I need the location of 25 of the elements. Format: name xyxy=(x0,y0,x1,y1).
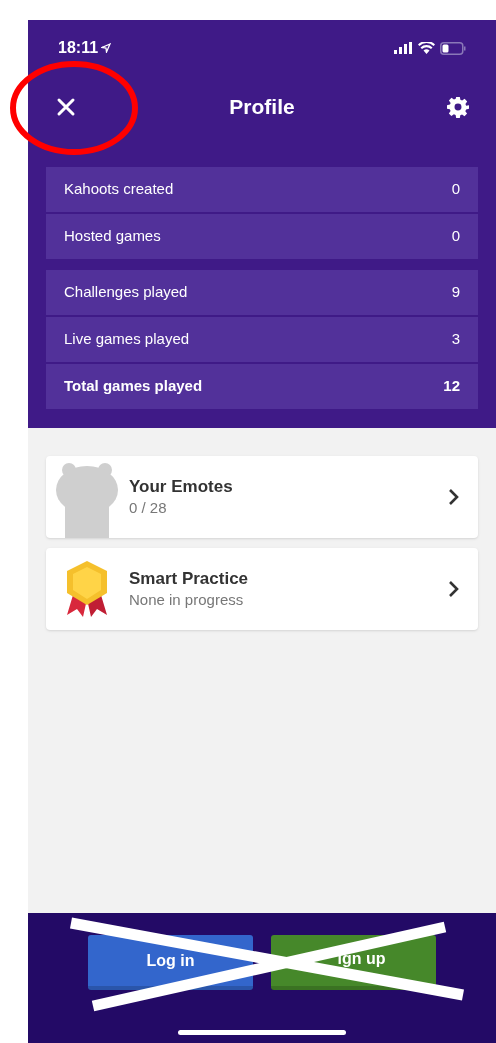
battery-icon xyxy=(440,41,466,55)
page-title: Profile xyxy=(229,94,295,121)
chevron-right-icon xyxy=(448,488,460,506)
stat-label: Live games played xyxy=(64,329,190,350)
stat-value: 3 xyxy=(451,329,460,350)
wifi-icon xyxy=(418,42,435,54)
card-title: Your Emotes xyxy=(129,476,234,498)
profile-card[interactable]: Your Emotes 0 / 28 xyxy=(46,456,478,538)
settings-button[interactable] xyxy=(446,95,470,119)
card-subtitle: 0 / 28 xyxy=(129,498,168,518)
stat-value: 12 xyxy=(443,376,460,397)
profile-card[interactable]: Smart Practice None in progress xyxy=(46,548,478,630)
stat-label: Challenges played xyxy=(64,282,188,303)
card-title: Smart Practice xyxy=(129,568,250,590)
signal-icon xyxy=(394,42,413,54)
stat-label: Total games played xyxy=(64,376,203,397)
stat-label: Hosted games xyxy=(64,226,161,247)
stat-value: 0 xyxy=(451,179,460,200)
stat-value: 9 xyxy=(451,282,460,303)
stat-value: 0 xyxy=(451,226,460,247)
chevron-right-icon xyxy=(448,580,460,598)
card-subtitle: None in progress xyxy=(129,590,245,610)
stat-label: Kahoots created xyxy=(64,179,174,200)
status-time: 18:11 xyxy=(58,38,99,58)
location-arrow-icon xyxy=(101,43,112,53)
